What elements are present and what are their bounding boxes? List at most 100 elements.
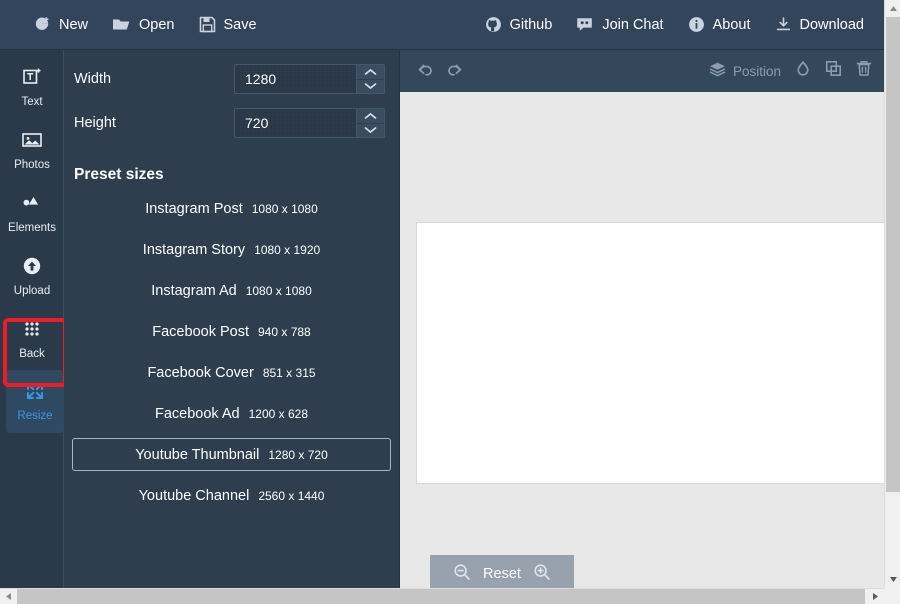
left-tool-rail: Text Photos Elements Upload Back Resize	[0, 50, 64, 588]
height-input-value[interactable]: 720	[235, 109, 356, 137]
menu-item-open-label: Open	[139, 16, 175, 33]
menu-item-new-label: New	[59, 16, 89, 33]
preset-dimensions: 1280 x 720	[268, 447, 328, 462]
duplicate-button[interactable]	[825, 60, 842, 82]
preset-dimensions: 1080 x 1080	[251, 201, 318, 216]
width-field-row: Width 1280	[74, 64, 385, 94]
preset-name: Youtube Channel	[138, 487, 250, 504]
preset-youtube-thumbnail[interactable]: Youtube Thumbnail 1280 x 720	[72, 438, 391, 471]
sidebar-item-upload-label: Upload	[13, 284, 51, 297]
sidebar-item-back-label: Back	[19, 347, 45, 360]
sidebar-item-back[interactable]: Back	[0, 308, 64, 371]
preset-dimensions: 1080 x 1920	[254, 242, 321, 257]
scroll-right-arrow-icon[interactable]	[867, 589, 884, 604]
image-editor-window: New Open Save Github Join Chat About Dow…	[0, 0, 900, 604]
shapes-icon	[21, 193, 43, 218]
menu-item-new[interactable]: New	[22, 10, 100, 39]
sidebar-item-elements-label: Elements	[8, 221, 56, 234]
magnifier-plus-icon	[533, 563, 551, 586]
height-input[interactable]: 720	[234, 108, 385, 138]
menu-item-join-chat[interactable]: Join Chat	[564, 10, 675, 39]
scroll-down-arrow-icon[interactable]	[885, 571, 900, 588]
zoom-out-button[interactable]	[453, 563, 471, 586]
scroll-up-arrow-icon[interactable]	[885, 0, 900, 17]
top-menu-bar: New Open Save Github Join Chat About Dow…	[0, 0, 884, 50]
design-canvas[interactable]	[416, 222, 896, 484]
sidebar-item-upload[interactable]: Upload	[0, 245, 64, 308]
menu-item-join-chat-label: Join Chat	[602, 16, 664, 33]
preset-name: Facebook Cover	[147, 364, 254, 381]
preset-name: Facebook Post	[152, 323, 249, 340]
dot-grid-icon	[22, 319, 42, 344]
folder-open-icon	[112, 16, 131, 33]
preset-dimensions: 851 x 315	[262, 365, 316, 380]
menu-item-download-label: Download	[799, 16, 865, 33]
trash-icon	[856, 60, 872, 82]
width-stepper-up[interactable]	[357, 65, 384, 79]
sidebar-item-resize[interactable]: Resize	[6, 370, 64, 433]
delete-button[interactable]	[856, 60, 872, 82]
sidebar-item-photos[interactable]: Photos	[0, 119, 64, 182]
menu-item-about-label: About	[712, 16, 751, 33]
zoom-in-button[interactable]	[533, 563, 551, 586]
preset-dimensions: 1200 x 628	[248, 406, 309, 421]
new-file-icon	[34, 16, 51, 33]
preset-list: Instagram Post 1080 x 1080 Instagram Sto…	[64, 192, 399, 512]
height-stepper-up[interactable]	[357, 109, 384, 123]
undo-arrow-icon	[416, 60, 435, 82]
text-box-icon	[22, 67, 42, 92]
redo-button[interactable]	[445, 60, 464, 82]
upload-icon	[22, 256, 42, 281]
preset-instagram-story[interactable]: Instagram Story 1080 x 1920	[72, 233, 391, 266]
sidebar-item-text[interactable]: Text	[0, 56, 64, 119]
color-button[interactable]	[795, 60, 811, 82]
width-stepper	[356, 65, 384, 93]
canvas-toolbar-right: Position	[709, 60, 872, 82]
preset-dimensions: 940 x 788	[258, 324, 311, 339]
top-menu-left-group: New Open Save	[22, 10, 269, 39]
copy-icon	[825, 60, 842, 82]
horizontal-scrollbar[interactable]	[0, 588, 900, 604]
sidebar-item-elements[interactable]: Elements	[0, 182, 64, 245]
scroll-left-arrow-icon[interactable]	[0, 589, 17, 604]
layers-icon	[709, 61, 726, 82]
info-icon	[688, 16, 705, 33]
preset-facebook-ad[interactable]: Facebook Ad 1200 x 628	[72, 397, 391, 430]
preset-youtube-channel[interactable]: Youtube Channel 2560 x 1440	[72, 479, 391, 512]
height-field-row: Height 720	[74, 108, 385, 138]
canvas-toolbar: Position	[400, 50, 884, 92]
github-icon	[485, 16, 502, 33]
vertical-scrollbar-thumb[interactable]	[886, 17, 900, 492]
preset-instagram-ad[interactable]: Instagram Ad 1080 x 1080	[72, 274, 391, 307]
preset-name: Instagram Story	[142, 241, 246, 258]
width-input[interactable]: 1280	[234, 64, 385, 94]
horizontal-scrollbar-thumb[interactable]	[17, 589, 865, 604]
preset-instagram-post[interactable]: Instagram Post 1080 x 1080	[72, 192, 391, 225]
menu-item-save[interactable]: Save	[187, 10, 269, 39]
menu-item-download[interactable]: Download	[763, 10, 877, 39]
preset-dimensions: 2560 x 1440	[258, 488, 325, 503]
preset-sizes-title: Preset sizes	[74, 166, 164, 183]
preset-facebook-post[interactable]: Facebook Post 940 x 788	[72, 315, 391, 348]
position-button[interactable]: Position	[709, 61, 781, 82]
undo-button[interactable]	[416, 60, 435, 82]
zoom-reset-button[interactable]: Reset	[483, 566, 521, 582]
menu-item-save-label: Save	[223, 16, 257, 33]
preset-name: Instagram Ad	[151, 282, 237, 299]
menu-item-open[interactable]: Open	[100, 10, 186, 39]
vertical-scrollbar[interactable]	[884, 0, 900, 588]
height-stepper-down[interactable]	[357, 122, 384, 137]
canvas-stage: Position Reset	[400, 50, 896, 593]
resize-panel: Width 1280 Height 720 Preset sizes Insta…	[64, 50, 400, 588]
preset-facebook-cover[interactable]: Facebook Cover 851 x 315	[72, 356, 391, 389]
sidebar-item-photos-label: Photos	[14, 158, 50, 171]
sidebar-item-resize-label: Resize	[17, 409, 53, 422]
download-icon	[775, 16, 792, 33]
canvas-toolbar-left	[416, 60, 464, 82]
width-label: Width	[74, 71, 112, 87]
scrollbar-corner	[884, 588, 900, 604]
width-stepper-down[interactable]	[357, 78, 384, 93]
menu-item-github[interactable]: Github	[473, 10, 565, 39]
width-input-value[interactable]: 1280	[235, 65, 356, 93]
menu-item-about[interactable]: About	[676, 10, 763, 39]
